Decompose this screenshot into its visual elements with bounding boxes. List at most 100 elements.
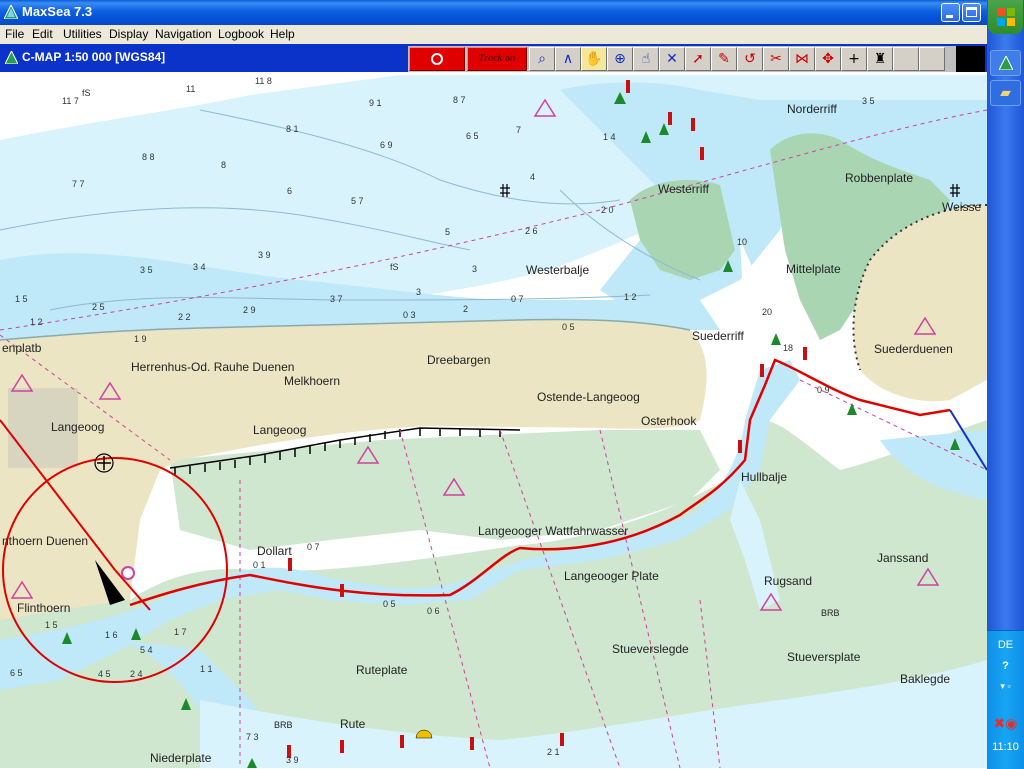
track-on-button[interactable]: Track on [467,47,527,71]
depth-sounding: 6 5 [10,668,23,678]
depth-sounding: 4 5 [98,669,111,679]
select-tool-button[interactable]: ➚ [685,47,711,71]
empty-tool-slot-2[interactable] [919,47,945,71]
menu-navigation[interactable]: Navigation [155,27,212,41]
map-toolbar: Track on ⌕ ∧ ✋ ⊕ ☝ ✕ ➚ ✎ ↺ ✂ ⋈ ✥ + ♜ [408,46,985,72]
move-tool-button[interactable]: ✥ [815,47,841,71]
rotate-icon: ↺ [744,51,756,67]
menu-edit[interactable]: Edit [32,27,53,41]
clock[interactable]: 11:10 [987,741,1024,753]
depth-sounding: 7 [516,125,522,135]
depth-sounding: 5 [445,227,451,237]
place-langeoog-village: Langeoog [51,420,105,434]
depth-sounding: 3 [416,287,422,297]
depth-sounding: 3 5 [140,265,153,275]
depth-sounding: 3 5 [862,96,875,106]
depth-sounding: 3 9 [286,755,299,765]
depth-sounding: 1 6 [105,630,118,640]
title-bar[interactable]: MaxSea 7.3 [0,0,987,25]
depth-sounding: 11 8 [255,76,272,86]
place-enplatb: enplatb [2,341,42,355]
center-tool-button[interactable]: ⊕ [607,47,633,71]
depth-sounding: 3 7 [330,294,343,304]
taskbar-folder-button[interactable]: ▰ [990,80,1021,106]
place-brb-north: BRB [821,608,840,618]
place-suederriff: Suederriff [692,329,744,343]
menu-help[interactable]: Help [270,27,295,41]
menu-display[interactable]: Display [109,27,148,41]
route-tool-button[interactable]: ⋈ [789,47,815,71]
place-rute: Rute [340,717,366,731]
depth-sounding: 8 7 [453,95,466,105]
lighthouse-icon: ♜ [873,51,887,67]
menu-bar: File Edit Utilities Display Navigation L… [0,25,987,44]
compass-tool-button[interactable]: ∧ [555,47,581,71]
maximize-button[interactable] [962,3,981,22]
pan-hand-button[interactable]: ✋ [581,47,607,71]
depth-sounding: 2 1 [547,747,560,757]
depth-sounding: 1 4 [603,132,616,142]
minimize-button[interactable] [941,3,960,22]
maxsea-app-icon [4,5,18,19]
help-icon[interactable]: ? [987,660,1024,672]
depth-sounding: 2 5 [92,302,105,312]
maxsea-window: MaxSea 7.3 File Edit Utilities Display N… [0,0,987,768]
depth-sounding: 2 0 [601,205,614,215]
menu-utilities[interactable]: Utilities [63,27,102,41]
arrow-cursor-icon: ➚ [692,51,704,67]
place-herrenhus: Herrenhus-Od. Rauhe Duenen [131,360,295,374]
language-indicator[interactable]: DE [987,639,1024,651]
toolbar-end [956,46,985,72]
depth-sounding: 3 4 [193,262,206,272]
record-button[interactable] [409,47,465,71]
mark-tool-button[interactable]: + [841,47,867,71]
menu-file[interactable]: File [5,27,24,41]
grab-hand-icon: ☝ [641,51,651,67]
depth-sounding: 2 2 [178,312,191,322]
plus-icon: + [848,51,860,67]
cut-tool-button[interactable]: ✂ [763,47,789,71]
empty-tool-slot-1[interactable] [893,47,919,71]
windows-logo-icon [997,8,1015,26]
scissors-icon: ✂ [770,51,782,67]
place-langeooger-wattfahrwasser: Langeooger Wattfahrwasser [478,524,629,538]
system-tray: DE ? ▾ ▫ ✖◉ 11:10 [987,630,1024,769]
tray-expand-icon[interactable]: ▾ ▫ [987,681,1024,692]
menu-logbook[interactable]: Logbook [218,27,264,41]
place-suederduenen: Suederduenen [874,342,953,356]
depth-sounding: 20 [762,307,773,317]
depth-sounding: 2 [463,304,469,314]
start-button[interactable] [988,0,1023,34]
network-status-icon[interactable]: ✖◉ [987,715,1024,732]
hand-icon: ✋ [585,51,603,67]
nautical-chart[interactable]: Norderriff Robbenplate Weisse Westerriff… [0,72,987,768]
buoy-tool-button[interactable]: ♜ [867,47,893,71]
magnifier-icon: ⌕ [538,51,546,67]
depth-sounding: 0 3 [403,310,416,320]
depth-sounding: 6 5 [466,131,479,141]
place-langeoog-island: Langeoog [253,423,307,437]
place-westerbalje: Westerbalje [526,263,590,277]
taskbar-maxsea-button[interactable] [990,50,1021,76]
depth-sounding: 11 7 [62,96,79,106]
place-hullbalje: Hullbalje [741,470,788,484]
place-ostende-langeoog: Ostende-Langeoog [537,390,640,404]
place-norderriff: Norderriff [787,102,837,116]
depth-sounding: 1 7 [174,627,187,637]
place-langeooger-plate: Langeooger Plate [564,569,659,583]
depth-sounding: 1 1 [200,664,213,674]
windows-taskbar: ▰ DE ? ▾ ▫ ✖◉ 11:10 [987,0,1024,769]
rotate-tool-button[interactable]: ↺ [737,47,763,71]
measure-tool-button[interactable]: ✕ [659,47,685,71]
place-dreebargen: Dreebargen [427,353,491,367]
grab-tool-button[interactable]: ☝ [633,47,659,71]
depth-sounding: 0 1 [253,560,266,570]
depth-sounding: 6 [287,186,293,196]
depth-sounding: 5 4 [140,645,153,655]
pencil-tool-button[interactable]: ✎ [711,47,737,71]
depth-sounding: 0 5 [562,322,575,332]
zoom-tool-button[interactable]: ⌕ [529,47,555,71]
window-title: MaxSea 7.3 [22,4,93,19]
depth-sounding: 10 [737,237,748,247]
depth-sounding: 5 7 [351,196,364,206]
